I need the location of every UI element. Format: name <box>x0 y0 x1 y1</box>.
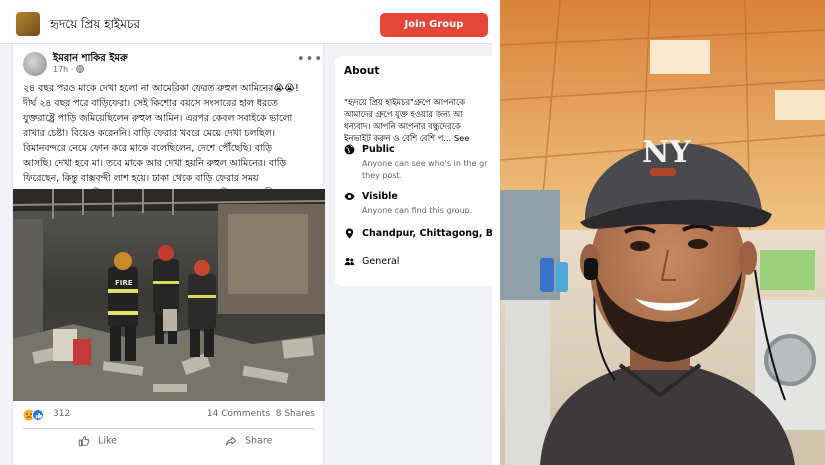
location-pin-icon <box>345 228 354 239</box>
globe-icon <box>76 65 84 73</box>
post-meta: 17h · <box>53 65 84 74</box>
facebook-screenshot: হৃদয়ে প্রিয় হাইমচর Join Group ইমরান শা… <box>0 0 492 465</box>
group-members-icon <box>344 257 355 266</box>
photo-fire-label: FIRE <box>115 279 133 287</box>
reaction-count[interactable]: 312 <box>53 409 70 419</box>
caption-line: বিমানবন্দরে নেমে ফোন করে মাকে বলেছিলেন, … <box>23 143 272 154</box>
caption-line: দীর্ঘ ২৪ বছর পরে বাড়িফেরা। সেই কিশোর বয… <box>23 98 278 109</box>
about-description: "হৃদয়ে প্রিয় হাইমচর"গ্রুপে আপনাকে আমাদ… <box>344 96 492 144</box>
shares-count[interactable]: 8 Shares <box>276 409 315 419</box>
caption-line: আসছি। দেখা হবে মা। তবে মাকে আর দেখা হয়ন… <box>23 158 287 169</box>
thumbs-up-icon <box>78 436 90 447</box>
post-caption: ২৪ বছর পরও মাকে দেখা হলো না আমেরিকা ফেরত… <box>23 81 319 201</box>
post-stats: 312 14 Comments 8 Shares <box>13 404 325 426</box>
join-group-button[interactable]: Join Group <box>380 13 488 37</box>
public-description: Anyone can see who's in the gr they post… <box>362 158 487 182</box>
category-text: General <box>362 256 400 267</box>
group-name[interactable]: হৃদয়ে প্রিয় হাইমচর <box>50 16 140 36</box>
composite-image: হৃদয়ে প্রিয় হাইমচর Join Group ইমরান শা… <box>0 0 825 465</box>
about-description-line: "হৃদয়ে প্রিয় হাইমচর"গ্রুপে আপনাকে <box>344 97 466 107</box>
comments-count[interactable]: 14 Comments <box>207 409 270 419</box>
group-header: হৃদয়ে প্রিয় হাইমচর Join Group <box>0 0 492 44</box>
actions-divider <box>23 428 315 429</box>
caption-line: রাখার চেষ্টা। বিয়েও করেননি। বাড়ি ফেরার… <box>23 128 275 139</box>
share-arrow-icon <box>225 436 237 446</box>
like-label: Like <box>98 435 117 447</box>
public-description-line: they post. <box>362 171 403 180</box>
public-description-line: Anyone can see who's in the gr <box>362 159 488 168</box>
post-options-icon[interactable]: ••• <box>297 52 323 67</box>
group-post: ইমরান শাকির ইমরু 17h · ••• ২৪ বছর পরও মা… <box>12 44 325 465</box>
author-avatar[interactable] <box>23 52 47 76</box>
visible-description: Anyone can find this group. <box>362 206 473 215</box>
location-text: Chandpur, Chittagong, Ban <box>362 228 492 239</box>
comment-share-counts: 14 Comments 8 Shares <box>207 409 315 419</box>
globe-icon <box>344 144 355 155</box>
post-photo[interactable]: FIRE <box>13 189 325 401</box>
collage-divider <box>492 0 500 465</box>
cap-logo: NY <box>642 135 691 170</box>
share-label: Share <box>245 435 273 447</box>
about-panel: About "হৃদয়ে প্রিয় হাইমচর"গ্রুপে আপনাক… <box>335 56 492 286</box>
reaction-icons[interactable] <box>23 409 49 421</box>
group-cover-thumbnail[interactable] <box>16 12 40 36</box>
like-button[interactable]: Like <box>78 435 117 455</box>
caption-line: যুক্তরাষ্ট্রে পাড়ি জমিয়েছিলেন রুহুল আম… <box>23 113 293 124</box>
about-description-line: ধন্যবাদ। আপনি আপনার বন্ধুদেরকে <box>344 121 461 131</box>
about-description-line[interactable]: ইনভাইট করুন ও বেশি বেশি প... See <box>344 132 492 144</box>
about-description-line: আমাদের গ্রুপে যুক্ত হওয়ার জন্য আ <box>344 109 463 119</box>
post-time[interactable]: 17h · <box>53 65 76 74</box>
public-title: Public <box>362 144 395 155</box>
eye-icon <box>344 193 355 200</box>
caption-line: ফিরেছেন, কিন্তু বাক্সবন্দী লাশ হয়ে। ঢাক… <box>23 173 259 184</box>
caption-line: ২৪ বছর পরও মাকে দেখা হলো না আমেরিকা ফেরত… <box>23 83 299 94</box>
visible-title: Visible <box>362 191 398 202</box>
share-button[interactable]: Share <box>225 435 272 455</box>
selfie-photo: NY <box>500 0 825 465</box>
about-title: About <box>344 65 380 77</box>
